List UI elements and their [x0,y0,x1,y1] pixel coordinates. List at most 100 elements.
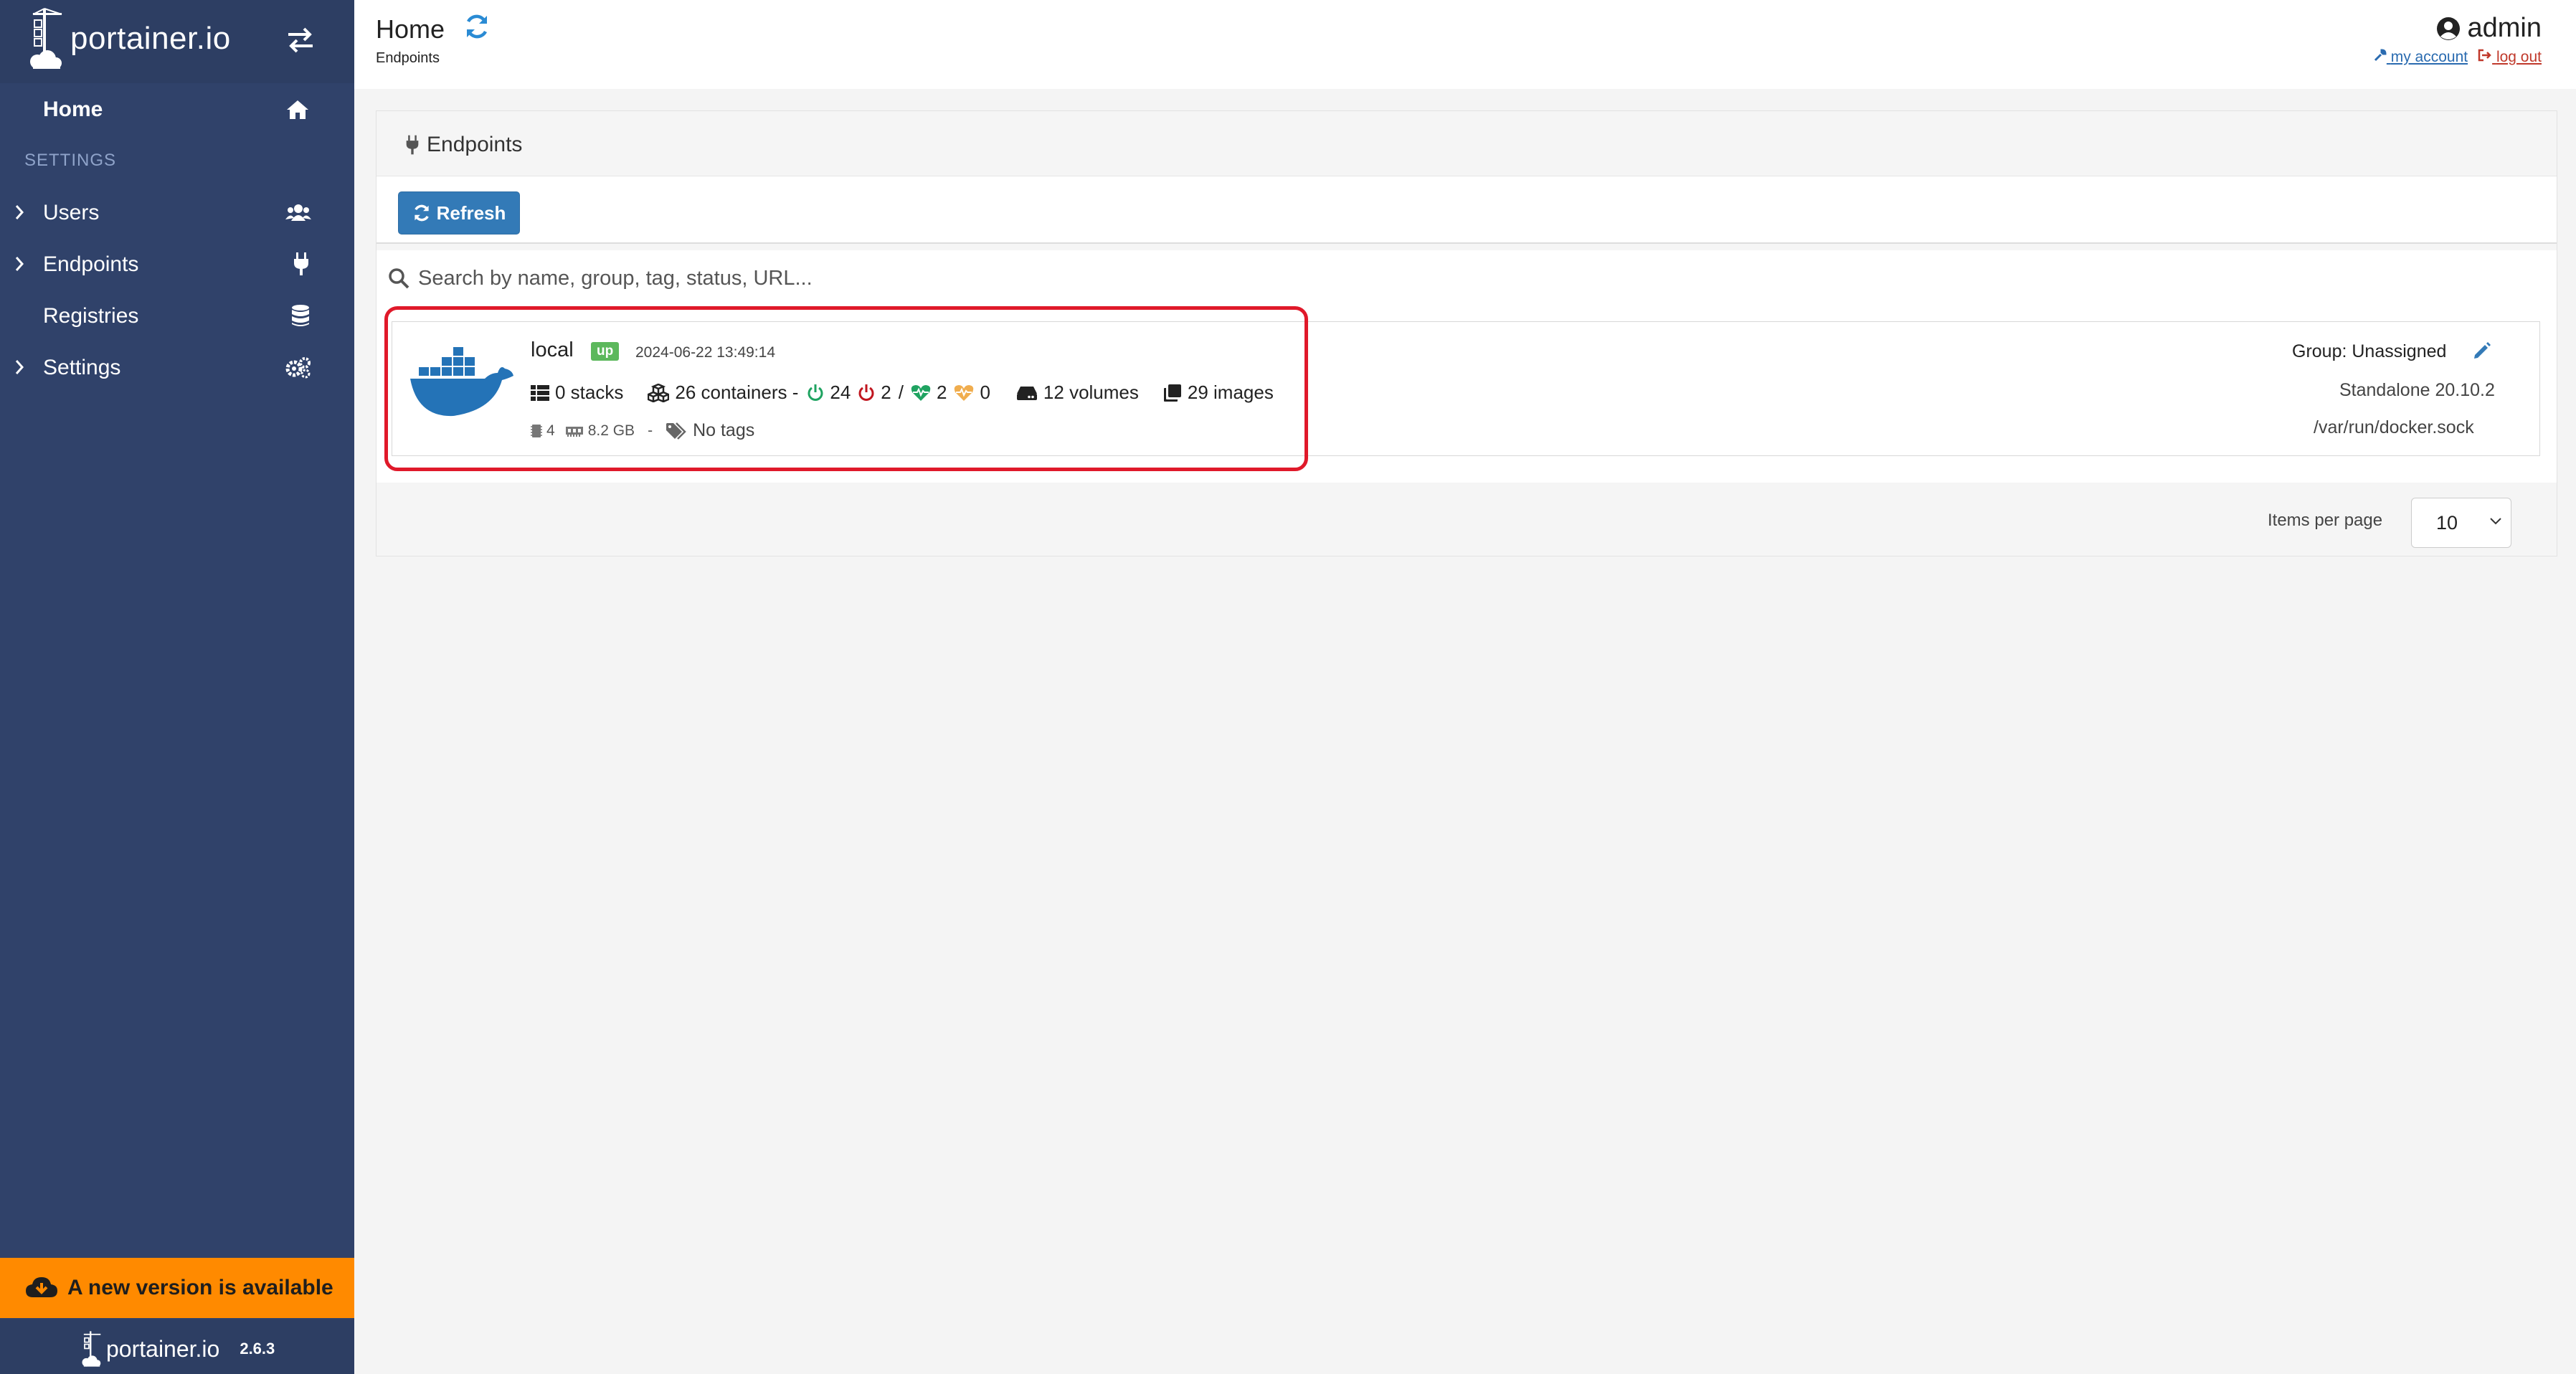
memory-size: 8.2 GB [587,422,635,439]
endpoint-timestamp: 2024-06-22 13:49:14 [635,344,775,361]
portainer-crane-icon [30,8,62,69]
my-account-link[interactable]: my account [2374,49,2468,66]
log-out-label: log out [2496,49,2542,65]
user-menu: admin [2436,13,2542,44]
refresh-button-label: Refresh [436,202,506,224]
volumes-stat: 12 volumes [1016,382,1139,404]
portainer-logo[interactable]: portainer.io [27,6,231,72]
items-per-page-label: Items per page [2268,511,2383,530]
hdd-icon [1016,386,1037,400]
panel-title-text: Endpoints [427,133,523,156]
clone-icon [1163,384,1181,402]
heartbeat-icon [911,384,931,401]
sidebar-item-label: Settings [43,356,121,379]
cogs-icon [285,357,311,379]
update-available-banner[interactable]: A new version is available [0,1258,354,1318]
sidebar-item-users[interactable]: Users [0,191,354,235]
tags-text: No tags [693,420,755,440]
search-bar [377,250,2557,307]
chevron-right-icon [15,257,24,271]
images-count: 29 images [1187,382,1274,403]
database-icon [292,305,309,326]
footer-logo: portainer.io 2.6.3 [80,1330,275,1368]
stat-separator: / [898,382,904,403]
th-list-icon [531,384,549,401]
sidebar: portainer.io Home SETTINGS Users Endpoin… [0,0,354,1374]
sidebar-item-label: Endpoints [43,252,139,276]
power-off-icon [858,384,874,401]
refresh-icon [414,204,429,222]
plug-icon [406,135,419,155]
sidebar-item-home[interactable]: Home [0,87,354,132]
stacks-stat: 0 stacks [531,382,623,404]
footer-brand-text: portainer.io [106,1335,220,1362]
sidebar-item-label: Registries [43,304,139,328]
stopped-stat: 2 [858,382,891,404]
stacks-count: 0 stacks [555,382,624,403]
endpoint-meta: 4 8.2 GB - No tags [531,420,754,441]
sidebar-toggle-icon[interactable] [285,26,316,55]
heartbeat-warning-icon [955,384,974,401]
breadcrumb: Endpoints [376,50,440,66]
users-icon [285,204,311,221]
containers-stat: 26 containers - [648,382,798,404]
sidebar-item-registries[interactable]: Registries [0,294,354,338]
panel-toolbar [377,176,2557,244]
chevron-right-icon [15,360,24,374]
healthy-stat: 2 [911,382,947,404]
cpu-icon [531,424,542,437]
brand-text: portainer.io [70,21,231,56]
endpoint-stats: 0 stacks 26 containers - 24 2 / 2 0 12 v… [531,382,1274,404]
sidebar-item-endpoints[interactable]: Endpoints [0,242,354,287]
portainer-crane-icon [82,1331,101,1367]
containers-count: 26 containers - [675,382,799,403]
status-badge: up [591,342,620,361]
running-stat: 24 [807,382,851,404]
cpu-count: 4 [546,422,555,439]
items-per-page-value: 10 [2436,511,2458,534]
stopped-count: 2 [881,382,891,403]
power-on-icon [808,384,823,401]
sidebar-item-label: Home [43,98,103,121]
plug-icon [294,252,308,275]
cloud-download-icon [26,1277,57,1297]
unhealthy-count: 0 [980,382,990,403]
refresh-button[interactable]: Refresh [398,191,520,234]
top-bar: Home Endpoints admin my account log out [354,0,2576,89]
panel-header: Endpoints [377,111,2557,176]
tags-icon [666,422,686,440]
sidebar-footer: portainer.io 2.6.3 [0,1319,354,1374]
sidebar-section-settings: SETTINGS [24,151,117,170]
edit-pencil-icon[interactable] [2473,341,2491,360]
volumes-count: 12 volumes [1043,382,1139,403]
username: admin [2467,13,2542,43]
endpoint-group: Group: Unassigned [2292,341,2447,361]
pagination-bar [377,483,2557,554]
chevron-right-icon [15,205,24,219]
running-count: 24 [830,382,851,403]
my-account-label: my account [2390,49,2468,65]
log-out-link[interactable]: log out [2478,49,2542,66]
meta-separator: - [648,422,653,439]
cubes-icon [648,383,670,402]
search-icon [389,268,409,289]
sidebar-item-label: Users [43,201,100,224]
healthy-count: 2 [936,382,947,403]
home-icon [287,100,308,119]
endpoint-name: local [531,338,574,361]
sidebar-item-settings[interactable]: Settings [0,346,354,390]
version-label: 2.6.3 [240,1340,275,1358]
search-input[interactable] [417,257,2499,299]
panel-title: Endpoints [405,133,522,157]
user-circle-icon [2436,16,2460,40]
sign-out-icon [2478,49,2491,62]
sidebar-header: portainer.io [0,0,354,83]
memory-icon [565,426,583,437]
items-per-page-select[interactable]: 10 [2411,498,2511,548]
chevron-down-icon [2490,518,2501,525]
endpoint-engine: Standalone 20.10.2 [2339,380,2495,400]
refresh-icon[interactable] [463,13,491,40]
user-links: my account log out [2374,49,2542,66]
unhealthy-stat: 0 [954,382,990,404]
endpoint-url: /var/run/docker.sock [2314,417,2474,437]
